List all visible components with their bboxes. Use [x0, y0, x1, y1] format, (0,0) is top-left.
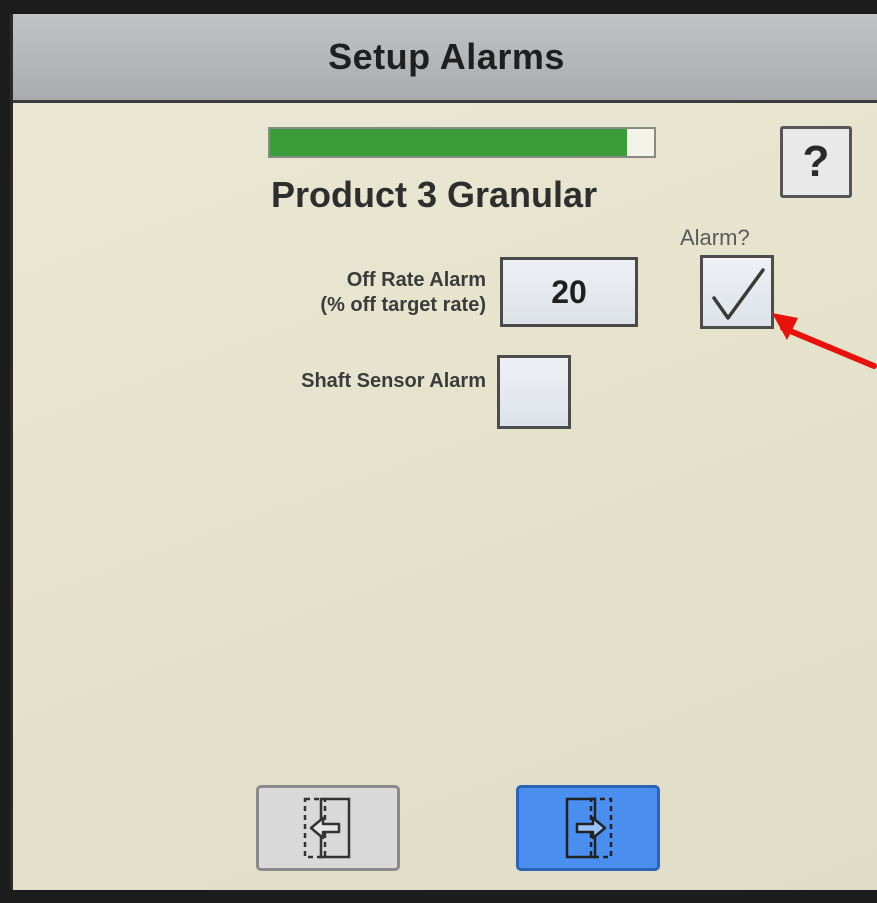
exit-left-icon [303, 797, 351, 859]
title-bar: Setup Alarms [13, 14, 877, 103]
progress-bar [268, 127, 656, 158]
shaft-sensor-alarm-checkbox[interactable] [497, 355, 571, 429]
off-rate-alarm-label: Off Rate Alarm (% off target rate) [216, 268, 486, 318]
progress-fill [270, 129, 628, 156]
back-button[interactable] [256, 785, 400, 871]
exit-right-icon [565, 797, 613, 859]
next-button[interactable] [516, 785, 660, 871]
off-rate-alarm-input[interactable]: 20 [500, 257, 638, 327]
screen-frame: Setup Alarms ? Product 3 Granular Alarm?… [0, 0, 877, 903]
shaft-sensor-alarm-label: Shaft Sensor Alarm [301, 370, 486, 392]
alarm-column-header: Alarm? [680, 225, 750, 250]
help-icon: ? [802, 137, 830, 186]
help-button[interactable]: ? [780, 126, 852, 198]
annotation-arrow-icon [772, 313, 877, 369]
product-name: Product 3 Granular [271, 174, 598, 215]
off-rate-alarm-label-line2: (% off target rate) [320, 294, 486, 316]
off-rate-alarm-label-line1: Off Rate Alarm [346, 269, 486, 291]
setup-alarms-panel: Setup Alarms ? Product 3 Granular Alarm?… [10, 14, 877, 890]
page-title: Setup Alarms [328, 36, 565, 77]
